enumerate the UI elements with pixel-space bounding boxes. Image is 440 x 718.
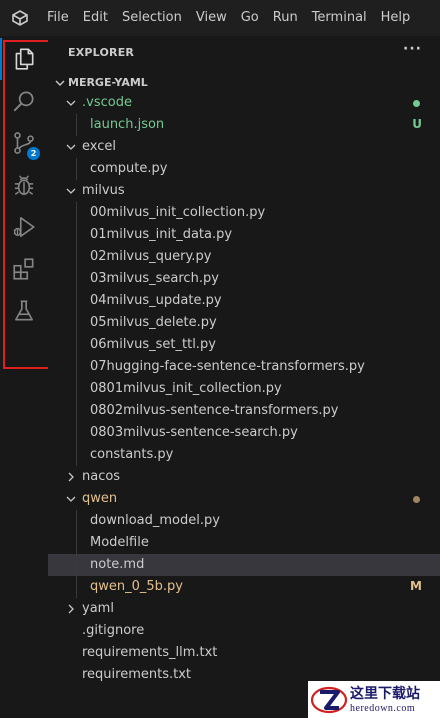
workspace-folder-name: MERGE-YAML bbox=[68, 76, 148, 89]
tree-file[interactable]: constants.py bbox=[48, 444, 440, 466]
vscode-window: File Edit Selection View Go Run Terminal Help bbox=[0, 0, 440, 718]
chevron-down-icon bbox=[66, 100, 76, 106]
menu-help[interactable]: Help bbox=[374, 0, 418, 36]
watermark-logo-icon bbox=[310, 686, 348, 713]
menu-edit[interactable]: Edit bbox=[76, 0, 115, 36]
tree-file[interactable]: 03milvus_search.py bbox=[48, 268, 440, 290]
tree-item-label: Modelfile bbox=[90, 535, 149, 550]
tree-file[interactable]: requirements_llm.txt bbox=[48, 642, 440, 664]
menu-file[interactable]: File bbox=[40, 0, 76, 36]
chevron-down-icon bbox=[66, 144, 76, 150]
tree-item-label: 01milvus_init_data.py bbox=[90, 227, 233, 242]
git-status-badge: U bbox=[412, 117, 422, 131]
menu-terminal[interactable]: Terminal bbox=[305, 0, 374, 36]
tree-item-label: requirements_llm.txt bbox=[82, 645, 218, 660]
vscode-logo-icon bbox=[0, 0, 40, 36]
tree-item-label: compute.py bbox=[90, 161, 168, 176]
tree-file[interactable]: Modelfile bbox=[48, 532, 440, 554]
tree-item-label: qwen_0_5b.py bbox=[90, 579, 183, 594]
tree-file[interactable]: note.md bbox=[48, 554, 440, 576]
tree-file[interactable]: download_model.py bbox=[48, 510, 440, 532]
tree-item-label: 0802milvus-sentence-transformers.py bbox=[90, 403, 339, 418]
menu-run[interactable]: Run bbox=[266, 0, 305, 36]
git-status-badge: M bbox=[410, 579, 422, 593]
tree-item-label: 07hugging-face-sentence-transformers.py bbox=[90, 359, 365, 374]
tree-folder[interactable]: qwen bbox=[48, 488, 440, 510]
tree-item-label: 02milvus_query.py bbox=[90, 249, 212, 264]
tree-item-label: nacos bbox=[82, 469, 121, 484]
menu-go[interactable]: Go bbox=[234, 0, 266, 36]
tree-file[interactable]: 05milvus_delete.py bbox=[48, 312, 440, 334]
tree-file[interactable]: 02milvus_query.py bbox=[48, 246, 440, 268]
indent-guide bbox=[76, 114, 77, 136]
tree-item-label: constants.py bbox=[90, 447, 174, 462]
watermark-cn: 这里下载站 bbox=[350, 685, 420, 702]
menu-selection[interactable]: Selection bbox=[115, 0, 189, 36]
indent-guide bbox=[76, 510, 77, 598]
tree-file[interactable]: .gitignore bbox=[48, 620, 440, 642]
tree-item-label: 05milvus_delete.py bbox=[90, 315, 217, 330]
tree-item-label: 06milvus_set_ttl.py bbox=[90, 337, 216, 352]
tree-file[interactable]: 07hugging-face-sentence-transformers.py bbox=[48, 356, 440, 378]
tree-file[interactable]: qwen_0_5b.py M bbox=[48, 576, 440, 598]
tree-folder[interactable]: excel bbox=[48, 136, 440, 158]
tree-file[interactable]: launch.json U bbox=[48, 114, 440, 136]
tree-item-label: 0801milvus_init_collection.py bbox=[90, 381, 282, 396]
tree-item-label: 03milvus_search.py bbox=[90, 271, 219, 286]
tree-file[interactable]: 00milvus_init_collection.py bbox=[48, 202, 440, 224]
tree-folder[interactable]: nacos bbox=[48, 466, 440, 488]
explorer-title: EXPLORER bbox=[68, 46, 135, 59]
tree-folder[interactable]: yaml bbox=[48, 598, 440, 620]
tree-folder[interactable]: .vscode bbox=[48, 92, 440, 114]
git-changes-dot bbox=[413, 100, 420, 107]
menu-view[interactable]: View bbox=[189, 0, 234, 36]
tree-item-label: 0803milvus-sentence-search.py bbox=[90, 425, 298, 440]
indent-guide bbox=[76, 202, 77, 466]
tree-item-label: qwen bbox=[82, 491, 118, 506]
file-tree: .vscode launch.json Uexcel compute.py milvus… bbox=[48, 92, 440, 686]
tree-file[interactable]: 04milvus_update.py bbox=[48, 290, 440, 312]
tree-file[interactable]: compute.py bbox=[48, 158, 440, 180]
site-watermark: 这里下载站 heredown.com bbox=[308, 681, 440, 718]
tree-file[interactable]: 06milvus_set_ttl.py bbox=[48, 334, 440, 356]
explorer-sidebar: EXPLORER ··· MERGE-YAML .vscode launch.js… bbox=[48, 36, 440, 718]
tree-item-label: milvus bbox=[82, 183, 125, 198]
tree-file[interactable]: 0803milvus-sentence-search.py bbox=[48, 422, 440, 444]
tree-folder[interactable]: milvus bbox=[48, 180, 440, 202]
tree-item-label: note.md bbox=[90, 557, 145, 572]
watermark-en: heredown.com bbox=[350, 702, 416, 714]
more-actions-button[interactable]: ··· bbox=[403, 41, 422, 57]
tree-item-label: download_model.py bbox=[90, 513, 220, 528]
git-changes-dot bbox=[413, 496, 420, 503]
title-bar: File Edit Selection View Go Run Terminal Help bbox=[0, 0, 440, 36]
chevron-down-icon bbox=[66, 496, 76, 502]
tree-item-label: yaml bbox=[82, 601, 114, 616]
indent-guide bbox=[76, 158, 77, 180]
menu-bar: File Edit Selection View Go Run Terminal Help bbox=[40, 0, 417, 36]
tree-item-label: excel bbox=[82, 139, 116, 154]
chevron-right-icon bbox=[68, 604, 74, 614]
chevron-down-icon bbox=[55, 80, 65, 86]
tree-item-label: 04milvus_update.py bbox=[90, 293, 222, 308]
tree-item-label: launch.json bbox=[90, 117, 165, 132]
workspace-folder-header[interactable]: MERGE-YAML bbox=[48, 72, 440, 94]
chevron-down-icon bbox=[66, 188, 76, 194]
tree-file[interactable]: 01milvus_init_data.py bbox=[48, 224, 440, 246]
tree-item-label: .vscode bbox=[82, 95, 132, 110]
tree-file[interactable]: 0801milvus_init_collection.py bbox=[48, 378, 440, 400]
tree-item-label: 00milvus_init_collection.py bbox=[90, 205, 266, 220]
tree-item-label: requirements.txt bbox=[82, 667, 192, 682]
tree-file[interactable]: 0802milvus-sentence-transformers.py bbox=[48, 400, 440, 422]
chevron-right-icon bbox=[68, 472, 74, 482]
explorer-header: EXPLORER ··· bbox=[48, 36, 440, 71]
tree-item-label: .gitignore bbox=[82, 623, 145, 638]
